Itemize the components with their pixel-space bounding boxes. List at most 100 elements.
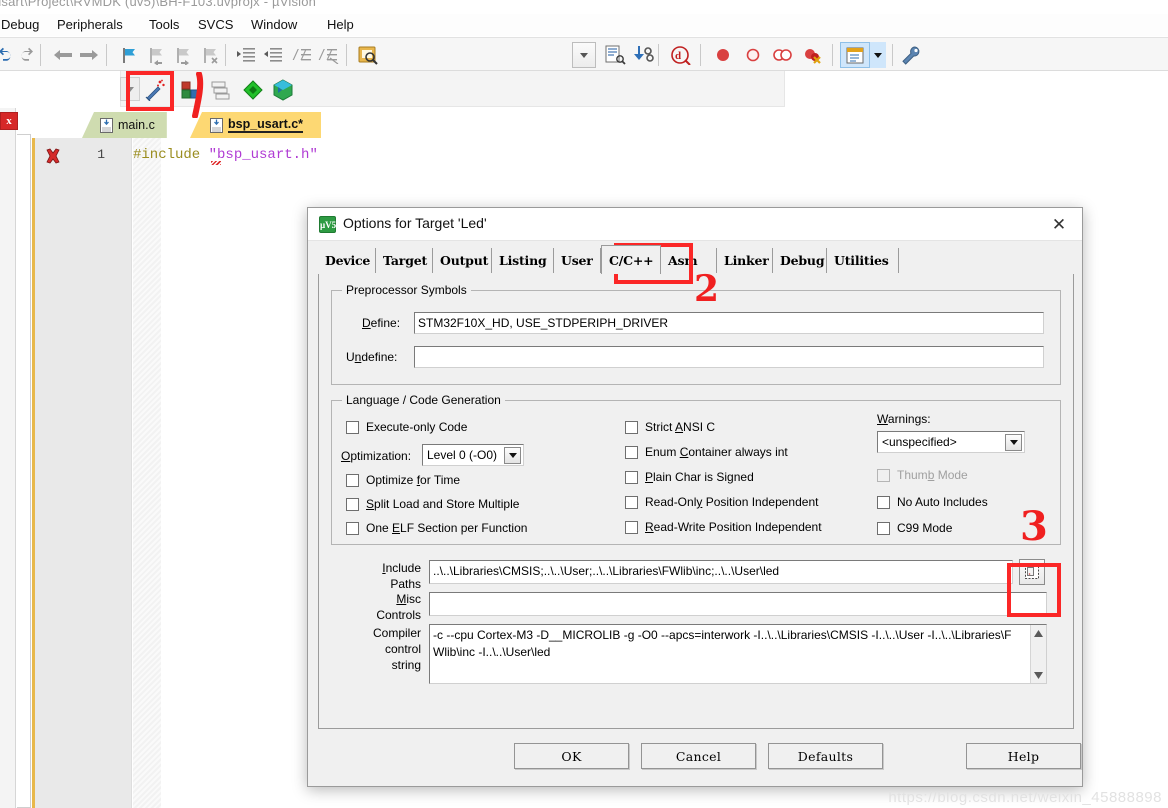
target-select-dropdown-icon[interactable] [572, 42, 596, 68]
editor-folding-margin [133, 138, 161, 808]
group-title: Preprocessor Symbols [342, 283, 471, 297]
menu-item-tools[interactable]: Tools [146, 14, 182, 36]
checkbox-strict-ansi-c[interactable] [625, 421, 638, 434]
start-debug-session-icon[interactable]: d [668, 42, 694, 68]
help-button[interactable]: Help [966, 743, 1081, 769]
code-line: #include "bsp_usart.h" [133, 147, 318, 163]
checkbox-plain-char-signed[interactable] [625, 471, 638, 484]
project-window-icon[interactable] [840, 42, 870, 68]
disable-all-breakpoints-icon[interactable] [770, 42, 796, 68]
disable-breakpoint-icon[interactable] [740, 42, 766, 68]
manage-components-icon[interactable] [240, 77, 266, 103]
label-strict-ansi-c: Strict ANSI C [645, 420, 716, 434]
watermark: https://blog.csdn.net/weixin_45888898 [888, 789, 1162, 806]
build-settings-icon[interactable] [630, 42, 656, 68]
chevron-down-icon[interactable] [504, 447, 521, 464]
tab-listing[interactable]: Listing [492, 248, 554, 273]
tab-output[interactable]: Output [433, 248, 492, 273]
label-read-write-position-independent: Read-Write Position Independent [645, 520, 822, 534]
checkbox-thumb-mode [877, 469, 890, 482]
bookmark-toggle-icon[interactable] [116, 42, 142, 68]
configure-tools-icon[interactable] [898, 42, 924, 68]
uncomment-icon[interactable]: // [316, 42, 342, 68]
tab-linker[interactable]: Linker [717, 248, 773, 273]
checkbox-split-load-store[interactable] [346, 498, 359, 511]
line-number: 1 [97, 147, 105, 162]
menu-item-debug[interactable]: Debug [0, 14, 42, 36]
compiler-string-scrollbar[interactable] [1030, 625, 1046, 683]
annotation-number-2: 2 [694, 268, 720, 310]
tab-utilities[interactable]: Utilities [827, 248, 899, 273]
editor-tab-main-c[interactable]: main.c [82, 112, 167, 138]
kill-all-breakpoints-icon[interactable] [800, 42, 826, 68]
scroll-up-icon[interactable] [1031, 625, 1046, 641]
find-in-files-icon[interactable] [355, 42, 381, 68]
scroll-down-icon[interactable] [1031, 667, 1046, 683]
menu-item-help[interactable]: Help [324, 14, 357, 36]
window-title-text: usart\Project\RVMDK (uv5)\BH-F103.uvproj… [0, 0, 317, 9]
checkbox-enum-container-int[interactable] [625, 446, 638, 459]
tab-c-cpp[interactable]: C/C++ [601, 245, 661, 274]
checkbox-execute-only-code[interactable] [346, 421, 359, 434]
tab-user[interactable]: User [554, 248, 601, 273]
bookmark-prev-icon[interactable] [143, 42, 169, 68]
close-icon[interactable]: ✕ [1044, 214, 1074, 236]
toolbar-separator-7 [832, 44, 833, 66]
tab-target[interactable]: Target [376, 248, 433, 273]
indent-decrease-icon[interactable] [261, 42, 287, 68]
error-marker-icon [43, 147, 63, 167]
compiler-control-string[interactable]: -c --cpu Cortex-M3 -D__MICROLIB -g -O0 -… [429, 624, 1047, 684]
label-execute-only-code: Execute-only Code [366, 420, 468, 434]
label-plain-char-signed: Plain Char is Signed [645, 470, 754, 484]
warnings-label: Warnings: [877, 412, 931, 426]
pack-installer-icon[interactable] [270, 77, 296, 103]
comment-icon[interactable]: // [289, 42, 315, 68]
code-string: "bsp_usart.h" [208, 147, 318, 163]
toolbar-separator-3 [225, 44, 226, 66]
project-panel-strip [0, 108, 16, 808]
tab-device[interactable]: Device [318, 248, 376, 273]
misc-controls-label-line1: Misc [396, 592, 421, 606]
chevron-down-icon[interactable] [1005, 434, 1022, 451]
optimization-combo[interactable]: Level 0 (-O0) [422, 444, 524, 466]
cancel-button[interactable]: Cancel [641, 743, 756, 769]
checkbox-no-auto-includes[interactable] [877, 496, 890, 509]
toolbar-separator-8 [892, 44, 893, 66]
bookmark-next-icon[interactable] [170, 42, 196, 68]
dialog-title-bar: µV5 Options for Target 'Led' ✕ [308, 208, 1082, 241]
label-c99-mode: C99 Mode [897, 521, 953, 535]
undefine-input[interactable] [414, 346, 1044, 368]
menu-item-window[interactable]: Window [248, 14, 300, 36]
insert-breakpoint-icon[interactable] [710, 42, 736, 68]
checkbox-optimize-for-time[interactable] [346, 474, 359, 487]
tab-debug[interactable]: Debug [773, 248, 827, 273]
compiler-control-label-line2: control [384, 642, 421, 656]
ok-button[interactable]: OK [514, 743, 629, 769]
menu-item-svcs[interactable]: SVCS [195, 14, 236, 36]
uvision-icon: µV5 [319, 216, 336, 233]
compiler-control-label-line3: string [391, 658, 421, 672]
define-input[interactable]: STM32F10X_HD, USE_STDPERIPH_DRIVER [414, 312, 1044, 334]
project-window-dropdown-icon[interactable] [870, 42, 886, 68]
dialog-title: Options for Target 'Led' [343, 215, 487, 231]
defaults-button[interactable]: Defaults [768, 743, 883, 769]
navigate-forward-icon[interactable] [76, 42, 102, 68]
menu-item-peripherals[interactable]: Peripherals [54, 14, 126, 36]
warnings-combo[interactable]: <unspecified> [877, 431, 1025, 453]
language-code-generation-group: Language / Code Generation Execute-only … [331, 393, 1061, 545]
optimization-label: Optimization: [341, 449, 412, 463]
checkbox-c99-mode[interactable] [877, 522, 890, 535]
include-paths-input[interactable]: ..\..\Libraries\CMSIS;..\..\User;..\..\L… [429, 560, 1013, 584]
checkbox-one-elf-section[interactable] [346, 522, 359, 535]
bookmark-clear-icon[interactable] [197, 42, 223, 68]
c-file-icon [210, 117, 223, 133]
close-icon[interactable]: x [0, 112, 18, 130]
navigate-back-icon[interactable] [50, 42, 76, 68]
misc-controls-input[interactable] [429, 592, 1047, 616]
target-options-icon[interactable] [602, 42, 628, 68]
ide-window: usart\Project\RVMDK (uv5)\BH-F103.uvproj… [0, 0, 1168, 808]
checkbox-read-write-position-independent[interactable] [625, 521, 638, 534]
redo-icon[interactable] [14, 42, 40, 68]
checkbox-read-only-position-independent[interactable] [625, 496, 638, 509]
indent-increase-icon[interactable] [234, 42, 260, 68]
